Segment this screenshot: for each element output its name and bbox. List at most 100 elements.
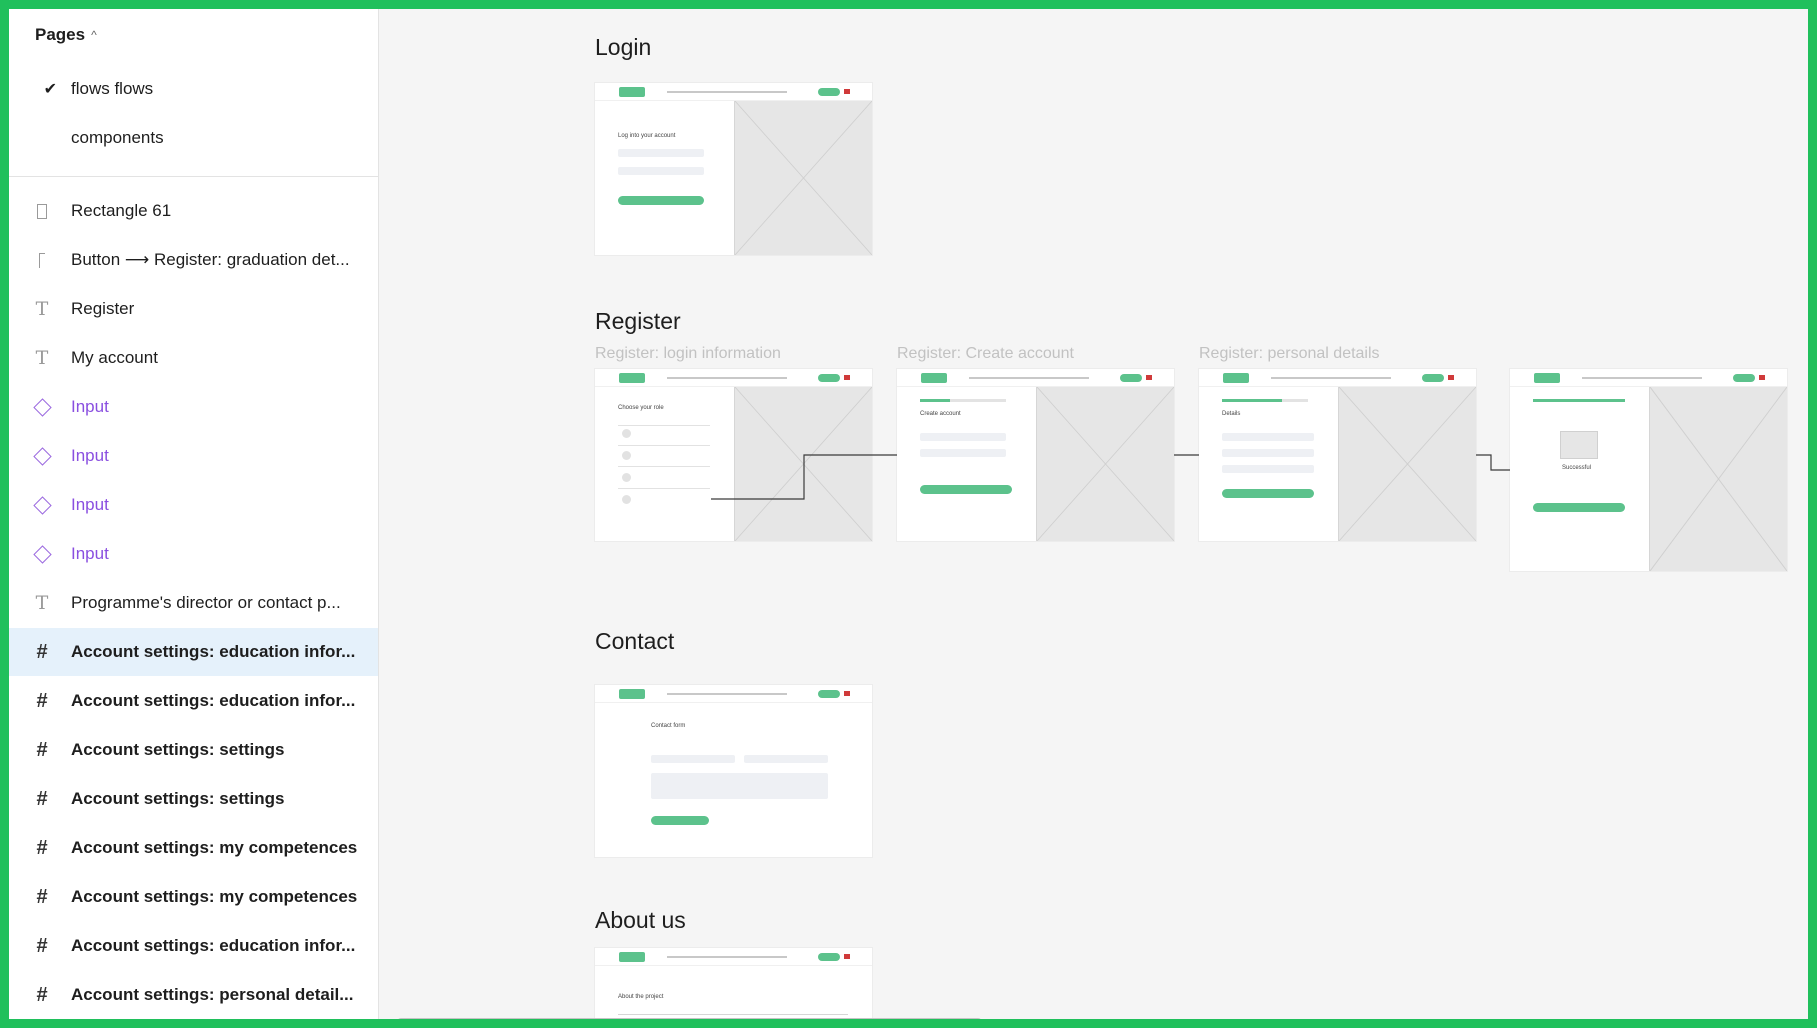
mock-contact-form: Contact form xyxy=(651,723,686,729)
register-personal-frame-thumbnail[interactable]: Details xyxy=(1199,369,1476,541)
image-placeholder xyxy=(1338,387,1476,541)
register-create-frame-thumbnail[interactable]: Create account xyxy=(897,369,1174,541)
image-placeholder xyxy=(734,387,872,541)
layers-sidebar: Pages ^ ✔ flows flows components Rectang… xyxy=(9,9,379,1019)
layer-row[interactable]: Input xyxy=(9,481,378,529)
logo-icon xyxy=(1223,373,1249,383)
layer-row[interactable]: # Account settings: my competences xyxy=(9,824,378,872)
flag-icon xyxy=(844,954,850,959)
page-item-components[interactable]: components xyxy=(9,118,378,158)
component-icon xyxy=(9,544,71,564)
placeholder-cross-icon xyxy=(1037,387,1174,541)
logo-icon xyxy=(1534,373,1560,383)
frame-icon: # xyxy=(36,738,48,761)
flag-icon xyxy=(1448,375,1454,380)
component-icon xyxy=(9,495,71,515)
image-placeholder xyxy=(1036,387,1174,541)
flag-icon xyxy=(1146,375,1152,380)
layer-row[interactable]: Input xyxy=(9,383,378,431)
frame-icon: # xyxy=(36,983,48,1006)
mock-create-account: Create account xyxy=(920,411,961,417)
logo-icon xyxy=(921,373,947,383)
layer-label: Account settings: personal detail... xyxy=(71,985,354,1004)
layer-row[interactable]: Input xyxy=(9,432,378,480)
sidebar-divider xyxy=(9,176,378,177)
layer-label: Button ⟶ Register: graduation det... xyxy=(71,250,350,269)
layer-row[interactable]: # Account settings: settings xyxy=(9,726,378,774)
section-title-about: About us xyxy=(595,907,686,933)
placeholder-cross-icon xyxy=(735,101,872,255)
layer-label: Programme's director or contact p... xyxy=(71,593,341,612)
layer-row[interactable]: # Account settings: my competences xyxy=(9,873,378,921)
layer-label: Account settings: my competences xyxy=(71,887,358,906)
layer-label: Input xyxy=(71,495,109,514)
line-icon xyxy=(9,252,71,268)
register-success-frame-thumbnail[interactable]: Successful xyxy=(1510,369,1787,571)
horizontal-scrollbar[interactable] xyxy=(397,1018,982,1019)
layer-row[interactable]: Button ⟶ Register: graduation det... xyxy=(9,236,378,284)
frame-label-reg-create: Register: Create account xyxy=(897,345,1074,362)
logo-icon xyxy=(619,689,645,699)
layer-row[interactable]: Rectangle 61 xyxy=(9,187,378,235)
image-placeholder xyxy=(734,101,872,255)
layer-label: Input xyxy=(71,544,109,563)
placeholder-cross-icon xyxy=(1650,387,1787,571)
rectangle-icon xyxy=(9,203,71,219)
frame-label-reg-personal: Register: personal details xyxy=(1199,345,1380,362)
layer-row[interactable]: T Register xyxy=(9,285,378,333)
login-frame-thumbnail[interactable]: Log into your account xyxy=(595,83,872,255)
logo-icon xyxy=(619,87,645,97)
section-title-contact: Contact xyxy=(595,628,675,654)
layer-row[interactable]: T Programme's director or contact p... xyxy=(9,579,378,627)
app-window: Pages ^ ✔ flows flows components Rectang… xyxy=(0,0,1817,1028)
text-icon: T xyxy=(35,592,49,614)
layer-row[interactable]: # Account settings: personal detail... xyxy=(9,971,378,1019)
text-icon: T xyxy=(35,298,49,320)
layer-label: Register xyxy=(71,299,135,318)
mock-about-project: About the project xyxy=(618,994,664,1000)
layer-label: Input xyxy=(71,397,109,416)
layer-row[interactable]: # Account settings: education infor... xyxy=(9,677,378,725)
image-placeholder xyxy=(1649,387,1787,571)
logo-icon xyxy=(619,952,645,962)
frame-icon: # xyxy=(36,689,48,712)
layer-row[interactable]: Input xyxy=(9,530,378,578)
flag-icon xyxy=(844,691,850,696)
layer-label: My account xyxy=(71,348,158,367)
layer-row[interactable]: T My account xyxy=(9,334,378,382)
layer-label: Account settings: settings xyxy=(71,740,285,759)
flag-icon xyxy=(844,89,850,94)
frame-icon: # xyxy=(36,836,48,859)
frame-icon: # xyxy=(36,787,48,810)
frame-icon: # xyxy=(36,885,48,908)
mock-choose-role: Choose your role xyxy=(618,405,664,411)
about-frame-thumbnail[interactable]: About the project xyxy=(595,948,872,1019)
page-item-label: components xyxy=(71,128,164,147)
mock-successful: Successful xyxy=(1562,465,1592,471)
layer-row[interactable]: # Account settings: education infor... xyxy=(9,922,378,970)
component-icon xyxy=(9,397,71,417)
pages-toggle[interactable]: Pages ^ xyxy=(35,25,97,45)
layer-row[interactable]: # Account settings: education infor... xyxy=(9,628,378,676)
image-placeholder-small xyxy=(1560,431,1598,459)
layer-row[interactable]: # Account settings: settings xyxy=(9,775,378,823)
frame-label-reg-login: Register: login information xyxy=(595,345,781,362)
flag-icon xyxy=(844,375,850,380)
layer-label: Account settings: education infor... xyxy=(71,936,356,955)
mock-login-heading: Log into your account xyxy=(618,133,676,139)
progress-fill xyxy=(920,399,950,402)
component-icon xyxy=(9,446,71,466)
page-item-flows[interactable]: ✔ flows flows xyxy=(9,69,378,109)
page-item-label: flows flows xyxy=(71,79,154,98)
design-canvas[interactable]: Login Log into your account Register Reg… xyxy=(379,9,1808,1019)
register-login-frame-thumbnail[interactable]: Choose your role xyxy=(595,369,872,541)
layer-label: Account settings: education infor... xyxy=(71,691,356,710)
section-title-login: Login xyxy=(595,34,652,60)
contact-frame-thumbnail[interactable]: Contact form xyxy=(595,685,872,857)
logo-icon xyxy=(619,373,645,383)
layer-label: Input xyxy=(71,446,109,465)
frame-icon: # xyxy=(36,934,48,957)
layer-label: Account settings: settings xyxy=(71,789,285,808)
frame-icon: # xyxy=(36,640,48,663)
progress-fill xyxy=(1222,399,1282,402)
